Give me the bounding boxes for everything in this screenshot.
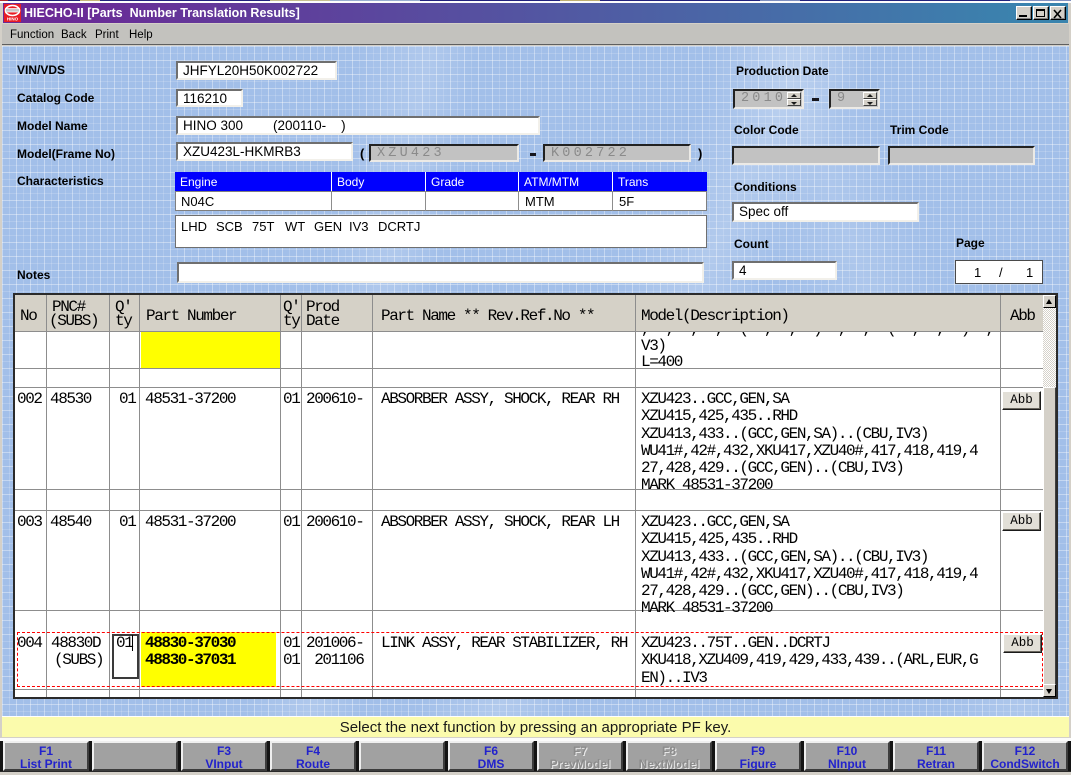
- svg-text:HINO: HINO: [7, 17, 19, 22]
